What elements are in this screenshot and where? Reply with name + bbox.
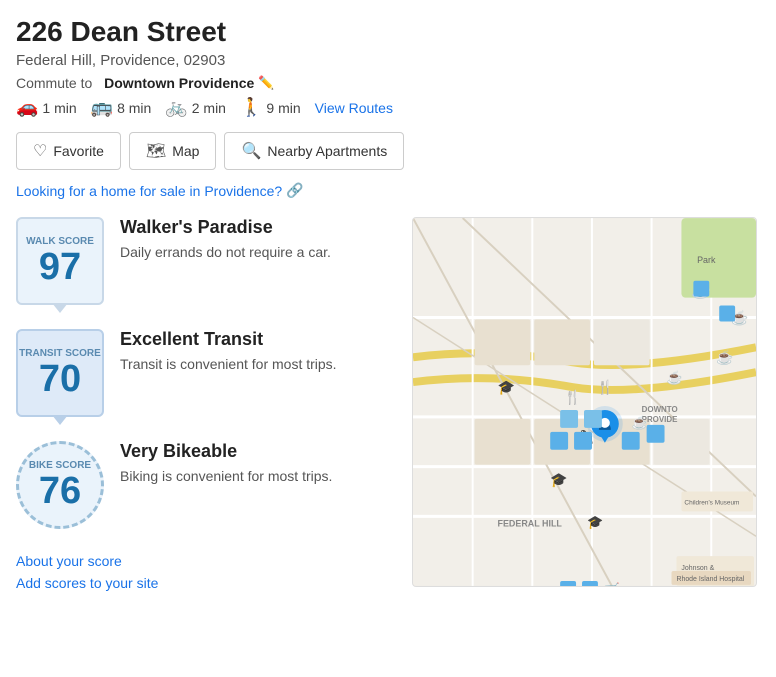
svg-text:🎓: 🎓 <box>498 379 515 396</box>
view-routes-link[interactable]: View Routes <box>315 100 393 116</box>
bike-score-title: Very Bikeable <box>120 441 332 462</box>
map-svg: Park FEDERAL HILL DOWNTO PROVIDE Johnson… <box>413 218 756 586</box>
transport-bike: 🚲 2 min <box>165 97 226 118</box>
map-icon: 🗺 <box>146 141 166 161</box>
main-content: Walk Score 97 Walker's Paradise Daily er… <box>16 217 760 597</box>
car-time: 1 min <box>42 100 76 116</box>
svg-text:☕: ☕ <box>632 414 648 430</box>
favorite-label: Favorite <box>53 143 104 159</box>
walk-score-title: Walker's Paradise <box>120 217 331 238</box>
bike-time: 2 min <box>192 100 226 116</box>
svg-text:🎓: 🎓 <box>587 514 603 529</box>
bike-score-desc: Biking is convenient for most trips. <box>120 466 332 487</box>
bike-icon: 🚲 <box>165 97 187 118</box>
transit-score-desc: Transit is convenient for most trips. <box>120 354 337 375</box>
svg-text:FEDERAL HILL: FEDERAL HILL <box>498 518 563 528</box>
bus-icon: 🚌 <box>91 97 113 118</box>
bus-time: 8 min <box>117 100 151 116</box>
about-score-link[interactable]: About your score <box>16 553 396 569</box>
bike-score-card: Bike Score 76 Very Bikeable Biking is co… <box>16 441 396 529</box>
bike-score-number: 76 <box>39 472 81 510</box>
transit-score-title: Excellent Transit <box>120 329 337 350</box>
walk-time: 9 min <box>266 100 300 116</box>
promo-link[interactable]: Looking for a home for sale in Providenc… <box>16 182 760 199</box>
svg-text:☕: ☕ <box>667 369 683 385</box>
svg-text:🍴: 🍴 <box>597 379 614 396</box>
svg-text:DOWNTO: DOWNTO <box>642 405 678 414</box>
map-button[interactable]: 🗺 Map <box>129 132 217 170</box>
svg-text:Rhode Island Hospital: Rhode Island Hospital <box>676 576 744 583</box>
walk-score-badge: Walk Score 97 <box>16 217 104 305</box>
nearby-apartments-label: Nearby Apartments <box>267 143 387 159</box>
gear-decoration: Bike Score 76 <box>16 441 104 529</box>
action-buttons: ♡ Favorite 🗺 Map 🔍 Nearby Apartments <box>16 132 760 170</box>
svg-text:Park: Park <box>697 255 716 265</box>
transport-car: 🚗 1 min <box>16 97 77 118</box>
external-link-icon: 🔗 <box>286 182 303 199</box>
car-icon: 🚗 <box>16 97 38 118</box>
transport-row: 🚗 1 min 🚌 8 min 🚲 2 min 🚶 9 min View Rou… <box>16 97 760 118</box>
page-title: 226 Dean Street <box>16 16 760 48</box>
transit-score-badge: Transit Score 70 <box>16 329 104 417</box>
svg-text:Johnson &: Johnson & <box>681 565 714 572</box>
transit-score-card: Transit Score 70 Excellent Transit Trans… <box>16 329 396 417</box>
map-label: Map <box>172 143 199 159</box>
svg-text:Children's Museum: Children's Museum <box>684 499 739 506</box>
transit-score-number: 70 <box>39 360 81 398</box>
favorite-button[interactable]: ♡ Favorite <box>16 132 121 170</box>
footer-links: About your score Add scores to your site <box>16 553 396 591</box>
bike-score-badge: Bike Score 76 <box>16 441 104 529</box>
edit-icon[interactable]: ✏️ <box>258 75 274 91</box>
transit-score-info: Excellent Transit Transit is convenient … <box>120 329 337 375</box>
commute-row: Commute to Downtown Providence ✏️ <box>16 75 760 91</box>
svg-text:🛒: 🛒 <box>604 582 620 586</box>
nearby-apartments-button[interactable]: 🔍 Nearby Apartments <box>224 132 404 170</box>
scores-column: Walk Score 97 Walker's Paradise Daily er… <box>16 217 396 597</box>
walk-score-desc: Daily errands do not require a car. <box>120 242 331 263</box>
heart-icon: ♡ <box>33 141 47 161</box>
commute-destination: Downtown Providence <box>104 75 254 91</box>
promo-text: Looking for a home for sale in Providenc… <box>16 183 282 199</box>
walk-score-number: 97 <box>39 248 81 286</box>
transport-bus: 🚌 8 min <box>91 97 152 118</box>
search-icon: 🔍 <box>241 141 261 161</box>
map-container[interactable]: Park FEDERAL HILL DOWNTO PROVIDE Johnson… <box>412 217 757 587</box>
transport-walk: 🚶 9 min <box>240 97 301 118</box>
svg-text:🎓: 🎓 <box>550 472 567 489</box>
address-subtitle: Federal Hill, Providence, 02903 <box>16 52 760 69</box>
map-column: Park FEDERAL HILL DOWNTO PROVIDE Johnson… <box>412 217 760 597</box>
add-scores-link[interactable]: Add scores to your site <box>16 575 396 591</box>
commute-label: Commute to <box>16 75 92 91</box>
walk-score-info: Walker's Paradise Daily errands do not r… <box>120 217 331 263</box>
walk-score-card: Walk Score 97 Walker's Paradise Daily er… <box>16 217 396 305</box>
svg-text:🍴: 🍴 <box>564 389 581 406</box>
walk-icon: 🚶 <box>240 97 262 118</box>
svg-text:☕: ☕ <box>716 348 733 366</box>
bike-score-info: Very Bikeable Biking is convenient for m… <box>120 441 332 487</box>
